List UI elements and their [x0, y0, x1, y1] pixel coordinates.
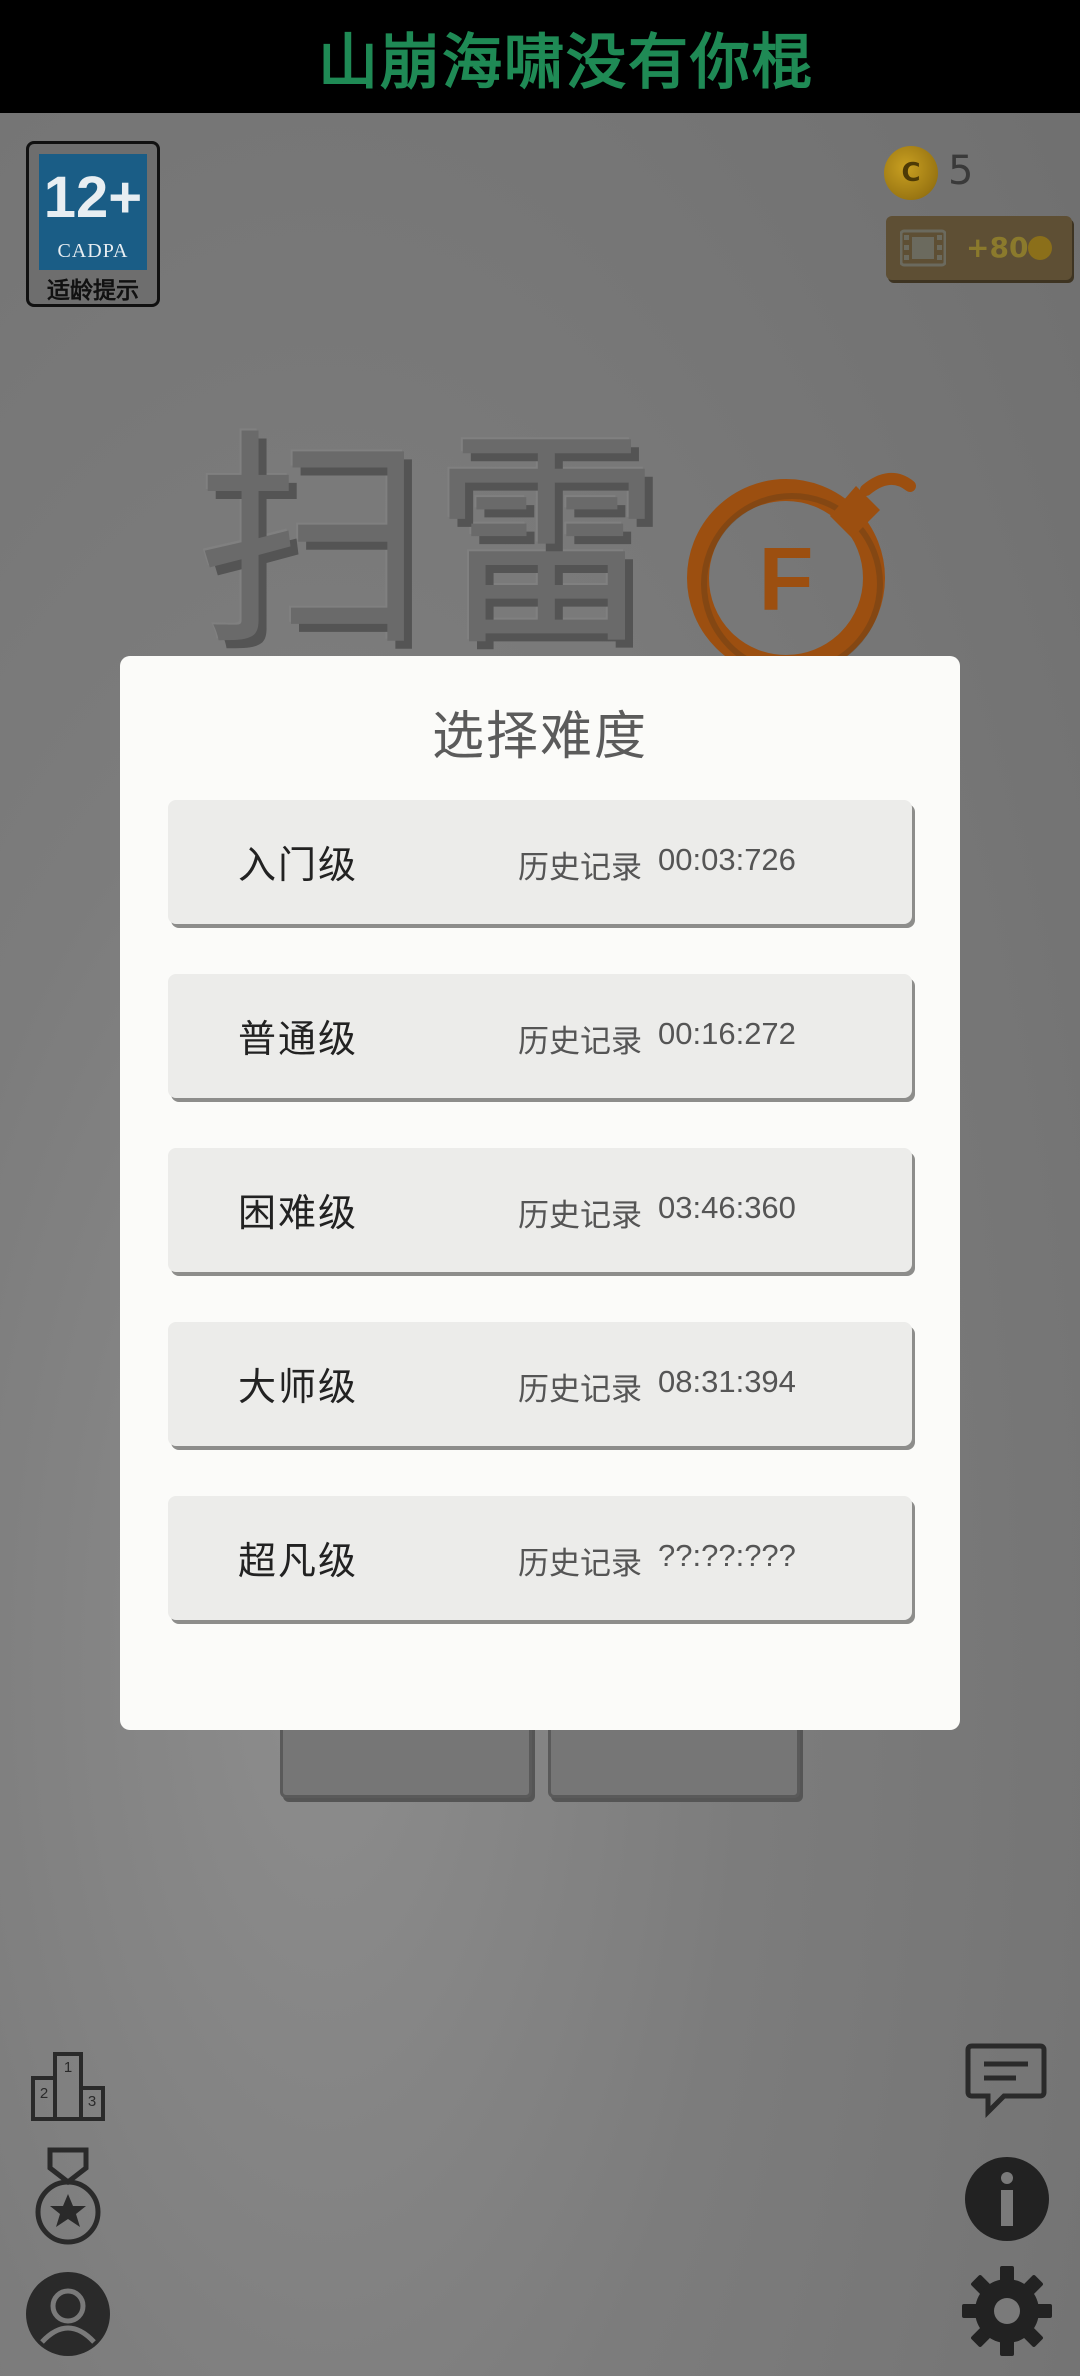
- reward-amount: +80: [966, 231, 1029, 264]
- svg-text:1: 1: [64, 2059, 72, 2076]
- best-time: 00:03:726: [658, 842, 796, 877]
- banner-text: 山崩海啸没有你棍: [318, 28, 814, 98]
- svg-text:2: 2: [40, 2085, 48, 2102]
- reward-coin-icon: [1028, 236, 1052, 260]
- level-hard-button[interactable]: 困难级 历史记录 03:46:360: [168, 1148, 912, 1272]
- svg-text:3: 3: [88, 2093, 96, 2110]
- best-time: ??:??:???: [658, 1538, 796, 1573]
- game-logo-text: 扫雷: [196, 411, 669, 678]
- difficulty-dialog: 选择难度 入门级 历史记录 00:03:726 普通级 历史记录 00:16:2…: [120, 656, 960, 1730]
- age-rating-badge[interactable]: 12+ CADPA 适龄提示: [26, 141, 160, 307]
- gear-icon[interactable]: [960, 2264, 1054, 2358]
- history-label: 历史记录: [518, 1198, 642, 1234]
- age-rating-number: 12+: [43, 165, 143, 230]
- medal-icon[interactable]: [30, 2146, 106, 2246]
- coin-icon: C: [884, 146, 938, 200]
- age-rating-panel: 12+ CADPA: [39, 154, 147, 270]
- best-time: 08:31:394: [658, 1364, 796, 1399]
- feedback-chat-icon[interactable]: [964, 2040, 1048, 2120]
- level-name: 超凡级: [238, 1539, 359, 1583]
- svg-text:F: F: [759, 530, 814, 630]
- history-label: 历史记录: [518, 850, 642, 886]
- info-icon[interactable]: [964, 2156, 1050, 2242]
- level-beginner-button[interactable]: 入门级 历史记录 00:03:726: [168, 800, 912, 924]
- age-rating-org: CADPA: [57, 240, 129, 262]
- bomb-logo-icon: F: [687, 473, 916, 677]
- level-extraordinary-button[interactable]: 超凡级 历史记录 ??:??:???: [168, 1496, 912, 1620]
- level-name: 困难级: [238, 1191, 359, 1235]
- history-label: 历史记录: [518, 1372, 642, 1408]
- level-name: 普通级: [238, 1017, 359, 1061]
- watch-video-reward-button[interactable]: +80: [886, 216, 1072, 280]
- coin-count: 5: [948, 148, 974, 194]
- film-icon: [900, 229, 946, 267]
- level-name: 大师级: [238, 1365, 359, 1409]
- level-normal-button[interactable]: 普通级 历史记录 00:16:272: [168, 974, 912, 1098]
- best-time: 00:16:272: [658, 1016, 796, 1051]
- leaderboard-icon[interactable]: 2 1 3: [30, 2050, 106, 2122]
- dialog-title: 选择难度: [431, 707, 648, 767]
- profile-icon[interactable]: [24, 2270, 112, 2358]
- level-master-button[interactable]: 大师级 历史记录 08:31:394: [168, 1322, 912, 1446]
- history-label: 历史记录: [518, 1546, 642, 1582]
- best-time: 03:46:360: [658, 1190, 796, 1225]
- level-name: 入门级: [238, 843, 359, 887]
- game-home-screen: 山崩海啸没有你棍 12+ CADPA 适龄提示 C 5 +80 扫雷 F 选择难…: [0, 0, 1080, 2376]
- top-banner: 山崩海啸没有你棍: [0, 0, 1080, 113]
- history-label: 历史记录: [518, 1024, 642, 1060]
- age-rating-caption: 适龄提示: [47, 278, 139, 304]
